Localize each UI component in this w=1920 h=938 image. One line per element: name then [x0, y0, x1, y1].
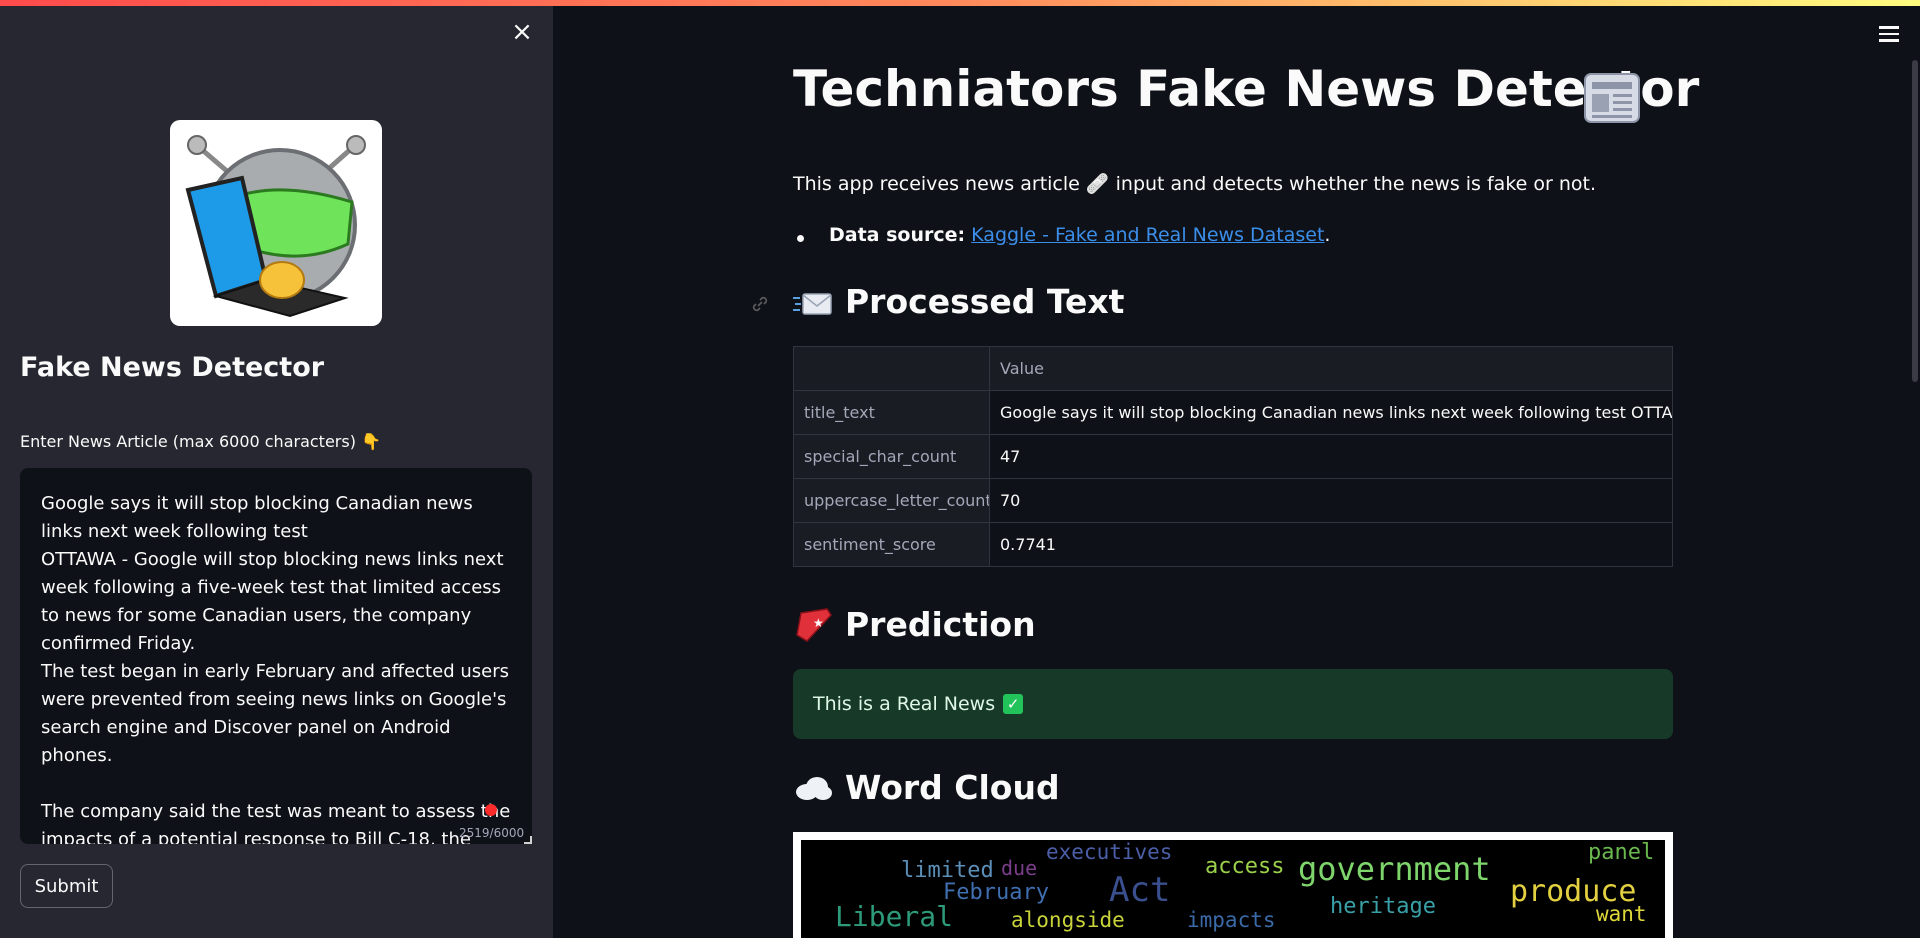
word-cloud-word: alongside [1011, 908, 1125, 932]
table-header-row: Value [793, 346, 1673, 391]
bandage-icon: 🩹 [1085, 173, 1110, 195]
article-line [41, 770, 512, 798]
sidebar: × Fake News Detector Enter News Article … [0, 0, 553, 938]
intro-suffix: input and detects whether the news is fa… [1115, 173, 1597, 195]
sidebar-title: Fake News Detector [20, 352, 325, 383]
table-row: special_char_count 47 [793, 434, 1673, 479]
data-source-period: . [1324, 224, 1331, 246]
word-cloud-word: Liberal [835, 900, 954, 933]
news-article-textarea[interactable]: Google says it will stop blocking Canadi… [20, 468, 532, 844]
page-title: Techniators Fake News Detector [793, 60, 1700, 118]
page-scrollbar[interactable] [1912, 60, 1918, 382]
table-row: uppercase_letter_count 70 [793, 478, 1673, 523]
table-row-index: special_char_count [793, 434, 990, 479]
word-cloud-word: due [1001, 856, 1038, 880]
article-line: OTTAWA - Google will stop blocking news … [41, 549, 504, 654]
table-row-value: Google says it will stop blocking Canadi… [989, 390, 1673, 435]
check-box-icon: ✓ [1003, 694, 1024, 714]
bullet-icon [797, 235, 804, 242]
character-counter: 2519/6000 [459, 826, 525, 840]
processed-text-table[interactable]: Value title_text Google says it will sto… [793, 346, 1673, 567]
data-source-label: Data source: [829, 224, 966, 246]
recording-indicator-icon [485, 804, 497, 816]
word-cloud-heading: Word Cloud [793, 768, 1060, 807]
word-cloud-word: access [1205, 854, 1285, 879]
table-row-index: sentiment_score [793, 522, 990, 567]
submit-button[interactable]: Submit [20, 864, 113, 908]
textarea-resize-handle[interactable] [524, 836, 532, 844]
word-cloud-word: heritage [1330, 894, 1436, 919]
word-cloud-canvas: limited due executives February Act acce… [801, 840, 1665, 938]
article-line: Google says it will stop blocking Canadi… [41, 493, 473, 542]
table-row-index: uppercase_letter_count [793, 478, 990, 523]
app-logo [170, 120, 382, 326]
link-anchor-icon[interactable] [751, 296, 769, 312]
newspaper-icon [1583, 72, 1641, 124]
table-row-value: 47 [989, 434, 1673, 479]
data-source-link[interactable]: Kaggle - Fake and Real News Dataset [971, 224, 1324, 246]
word-cloud-word: impacts [1187, 908, 1276, 932]
hamburger-menu-icon[interactable] [1876, 22, 1902, 48]
table-row-value: 0.7741 [989, 522, 1673, 567]
prediction-result-alert: This is a Real News ✓ [793, 669, 1673, 739]
article-input-label: Enter News Article (max 6000 characters)… [20, 432, 381, 451]
article-line: The company said the test was meant to a… [41, 801, 510, 844]
close-sidebar-button[interactable]: × [506, 16, 538, 48]
intro-prefix: This app receives news article [793, 173, 1080, 195]
processed-text-title: Processed Text [845, 282, 1125, 321]
table-row-value: 70 [989, 478, 1673, 523]
prediction-heading: ★ Prediction [793, 605, 1036, 644]
processed-text-heading: Processed Text [793, 282, 1124, 321]
word-cloud-word: want [1596, 902, 1647, 926]
word-cloud-title: Word Cloud [845, 768, 1060, 807]
word-cloud-word: Act [1109, 870, 1171, 910]
word-cloud-image: limited due executives February Act acce… [793, 832, 1673, 938]
top-decoration-stripe [0, 0, 1920, 6]
table-row-index: title_text [793, 390, 990, 435]
word-cloud-word: executives [1046, 840, 1173, 864]
table-row: sentiment_score 0.7741 [793, 522, 1673, 567]
table-row: title_text Google says it will stop bloc… [793, 390, 1673, 435]
cloud-icon [796, 776, 832, 800]
svg-text:★: ★ [813, 616, 824, 630]
prediction-result-text: This is a Real News [813, 693, 996, 715]
prediction-title: Prediction [845, 605, 1036, 644]
bookmark-icon: ★ [796, 607, 832, 642]
word-cloud-word: panel [1588, 840, 1655, 865]
data-source-bullet: Data source: Kaggle - Fake and Real News… [793, 224, 1330, 246]
main-content: Techniators Fake News Detector This app … [752, 0, 1699, 938]
table-value-header: Value [989, 346, 1673, 391]
close-icon: × [511, 17, 533, 47]
article-line: The test began in early February and aff… [41, 661, 509, 766]
intro-text: This app receives news article 🩹 input a… [793, 172, 1596, 195]
table-index-header [793, 346, 990, 391]
envelope-icon [793, 292, 832, 315]
word-cloud-word: government [1298, 850, 1491, 888]
word-cloud-word: February [943, 880, 1049, 905]
